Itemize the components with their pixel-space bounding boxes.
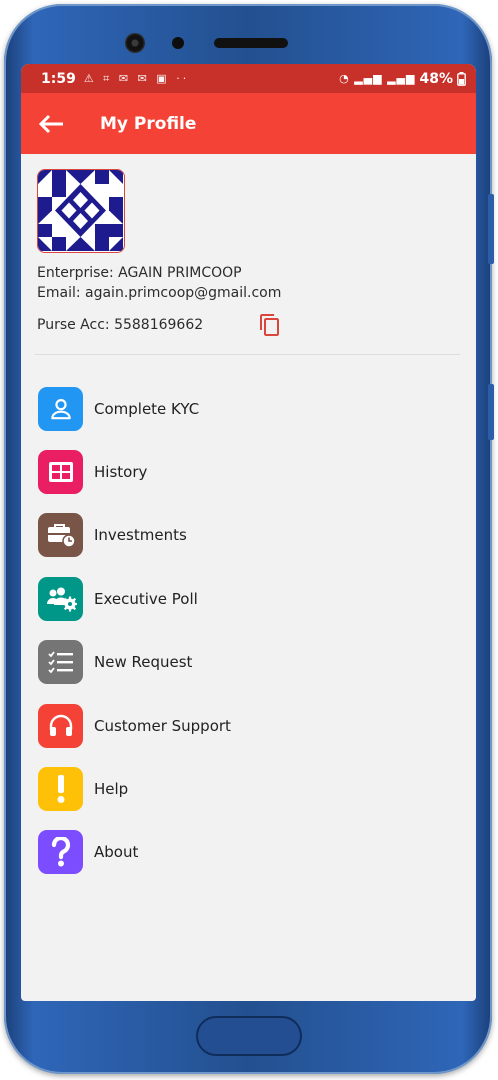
volume-button: [488, 194, 494, 264]
email-text: Email: again.primcoop@gmail.com: [37, 285, 282, 301]
signal-icons: ◔ ▂▄▆ ▂▄▆: [339, 72, 416, 85]
menu-item-history[interactable]: History: [21, 440, 476, 503]
purse-account-text: Purse Acc: 5588169662: [37, 317, 204, 333]
menu-item-complete-kyc[interactable]: Complete KYC: [21, 377, 476, 440]
menu-item-customer-support[interactable]: Customer Support: [21, 694, 476, 757]
profile-section: Enterprise: AGAIN PRIMCOOP Email: again.…: [21, 154, 476, 337]
group-settings-icon: [38, 576, 83, 621]
profile-info: Enterprise: AGAIN PRIMCOOP Email: again.…: [37, 263, 460, 303]
copy-button[interactable]: [258, 313, 282, 337]
menu-item-about[interactable]: About: [21, 821, 476, 884]
copy-icon: [260, 314, 280, 336]
question-icon: [38, 830, 83, 875]
menu-item-label: Executive Poll: [94, 589, 198, 608]
menu-item-label: New Request: [94, 653, 193, 672]
screen: 1:59 ⚠ ⌗ ✉ ✉ ▣ ·· ◔ ▂▄▆ ▂▄▆ 48% My Profi…: [21, 64, 476, 1001]
power-button: [488, 384, 494, 440]
menu-item-label: Help: [94, 780, 129, 799]
menu-item-new-request[interactable]: New Request: [21, 631, 476, 694]
front-camera-icon: [125, 33, 145, 53]
arrow-back-icon: [39, 114, 63, 133]
home-button[interactable]: [196, 1016, 302, 1056]
menu-item-label: Complete KYC: [94, 399, 200, 418]
menu-item-label: Investments: [94, 526, 187, 545]
profile-menu: Complete KYC History Investments Executi…: [21, 377, 476, 884]
battery-icon: [457, 71, 466, 86]
purse-row: Purse Acc: 5588169662: [37, 313, 460, 337]
back-button[interactable]: [39, 111, 65, 137]
menu-item-label: About: [94, 843, 139, 862]
enterprise-text: Enterprise: AGAIN PRIMCOOP: [37, 265, 242, 281]
earpiece-speaker: [214, 38, 288, 48]
menu-item-label: History: [94, 463, 148, 482]
menu-item-executive-poll[interactable]: Executive Poll: [21, 567, 476, 630]
status-bar: 1:59 ⚠ ⌗ ✉ ✉ ▣ ·· ◔ ▂▄▆ ▂▄▆ 48%: [21, 64, 476, 93]
menu-item-investments[interactable]: Investments: [21, 504, 476, 567]
notification-icons: ⚠ ⌗ ✉ ✉ ▣ ··: [83, 71, 190, 85]
proximity-sensor-icon: [172, 37, 184, 49]
checklist-icon: [38, 640, 83, 685]
page-title: My Profile: [100, 113, 197, 134]
status-time: 1:59: [41, 70, 76, 87]
exclamation-icon: [38, 767, 83, 812]
menu-item-label: Customer Support: [94, 716, 231, 735]
table-icon: [38, 450, 83, 495]
identicon-avatar-icon: [38, 170, 123, 251]
avatar[interactable]: [37, 169, 125, 253]
headset-icon: [38, 703, 83, 748]
briefcase-clock-icon: [38, 513, 83, 558]
menu-item-help[interactable]: Help: [21, 757, 476, 820]
app-bar: My Profile: [21, 93, 476, 154]
divider: [35, 354, 460, 355]
battery-percent: 48%: [419, 70, 453, 87]
person-icon: [38, 386, 83, 431]
